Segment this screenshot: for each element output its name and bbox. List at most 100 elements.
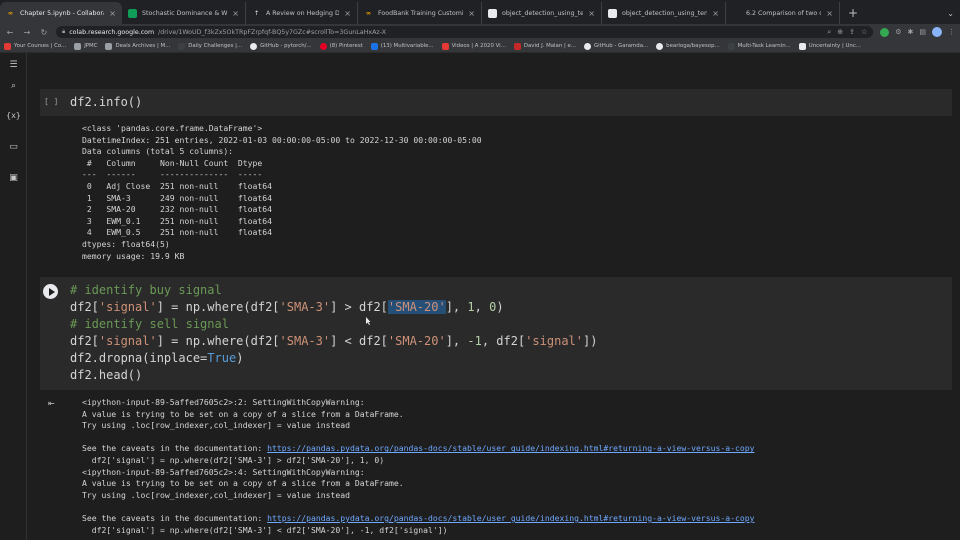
share-icon[interactable]: ⇪ xyxy=(849,28,855,37)
close-icon[interactable]: × xyxy=(588,9,595,18)
code-line[interactable]: df2.dropna(inplace=True) xyxy=(70,350,243,367)
bookmark-item[interactable]: Uncertainty | Unc... xyxy=(798,42,861,50)
puzzle-icon[interactable]: ✱ xyxy=(908,28,914,36)
tab-foodbank-training[interactable]: ∞ FoodBank Training Customisat × xyxy=(358,2,482,24)
bookmark-item[interactable]: bearloga/bayesop... xyxy=(656,42,720,50)
close-icon[interactable]: × xyxy=(712,9,719,18)
tab-title: object_detection_using_tenso xyxy=(622,9,708,17)
output-signal: ⇤ <ipython-input-89-5affed7605c2>:2: Set… xyxy=(40,391,952,540)
code-line[interactable]: df2['signal'] = np.where(df2['SMA-3'] < … xyxy=(70,333,597,350)
tab-chapter-5[interactable]: ∞ Chapter 5.ipynb - Collaborator × xyxy=(0,2,122,24)
tab-hedging-review[interactable]: ⇡ A Review on Hedging Derivati × xyxy=(246,2,358,24)
warning-line: A value is trying to be set on a copy of… xyxy=(82,478,404,489)
text-cursor-icon xyxy=(366,317,371,325)
url-path: /drive/1WoUD_f3kZx5OkTRpFZrpfqf-BQ5y7GZc… xyxy=(158,28,387,36)
pinterest-icon xyxy=(319,42,327,50)
browser-tab-strip: ∞ Chapter 5.ipynb - Collaborator × Stoch… xyxy=(0,0,960,24)
back-icon[interactable]: ← xyxy=(5,28,15,37)
terminal-icon[interactable]: ▣ xyxy=(6,170,21,185)
extension-icon[interactable] xyxy=(880,27,890,37)
bookmark-icon xyxy=(370,42,378,50)
docs-link[interactable]: https://pandas.pydata.org/pandas-docs/st… xyxy=(267,513,754,523)
colab-left-rail: ☰ ⌕ {x} ▭ ▣ xyxy=(0,53,27,540)
gear-icon[interactable]: ⚙ xyxy=(895,28,901,36)
zoom-icon[interactable]: ⊕ xyxy=(837,28,843,37)
close-icon[interactable]: × xyxy=(468,9,475,18)
caveats-line: See the caveats in the documentation: ht… xyxy=(82,443,755,454)
output-line: Data columns (total 5 columns): xyxy=(82,146,234,157)
tab-stochastic-dominance[interactable]: Stochastic Dominance & Wealth × xyxy=(122,2,246,24)
lock-icon: 🔒︎ xyxy=(62,28,66,35)
bookmark-item[interactable]: GitHub - Garamda... xyxy=(583,42,648,50)
bookmark-item[interactable]: GitHub - pytorch/... xyxy=(250,42,312,50)
code-comment[interactable]: # identify buy signal xyxy=(70,282,222,299)
bookmark-item[interactable]: Daily Challenges |... xyxy=(178,42,242,50)
reload-icon[interactable]: ↻ xyxy=(39,28,49,37)
search-icon[interactable]: ⌕ xyxy=(6,78,21,93)
folder-icon[interactable]: ▭ xyxy=(6,139,21,154)
tab-title: object_detection_using_tenso xyxy=(502,9,583,17)
close-icon[interactable]: × xyxy=(344,9,351,18)
github-icon xyxy=(656,42,664,50)
output-line: 1 SMA-3 249 non-null float64 xyxy=(82,192,273,203)
warning-line: <ipython-input-89-5affed7605c2>:2: Setti… xyxy=(82,397,365,407)
docs-link[interactable]: https://pandas.pydata.org/pandas-docs/st… xyxy=(267,443,754,453)
avatar[interactable] xyxy=(932,27,942,37)
output-line: dtypes: float64(5) xyxy=(82,239,170,249)
close-icon[interactable]: × xyxy=(109,9,116,18)
tab-search-icon[interactable]: ⌄ xyxy=(947,9,954,18)
warning-source-line: df2['signal'] = np.where(df2['SMA-3'] > … xyxy=(82,455,385,465)
code-cell-info[interactable]: [ ] df2.info() xyxy=(40,89,952,116)
arrow-icon: ⇡ xyxy=(253,9,260,17)
warning-line: Try using .loc[row_indexer,col_indexer] … xyxy=(82,420,351,431)
forward-icon[interactable]: → xyxy=(22,28,32,37)
tab-title: Stochastic Dominance & Wealth xyxy=(142,9,228,17)
run-cell-button[interactable] xyxy=(43,284,58,299)
colab-icon: ∞ xyxy=(8,9,13,17)
bookmark-item[interactable]: (8) Pinterest xyxy=(319,42,363,50)
tab-object-detection-2[interactable]: object_detection_using_tenso × xyxy=(602,2,726,24)
tab-object-detection-1[interactable]: object_detection_using_tenso × xyxy=(482,2,602,24)
bookmarks-bar: Your Courses | Co... JPMC Deals Archives… xyxy=(0,40,960,53)
output-line: 4 EWM_0.5 251 non-null float64 xyxy=(82,227,273,238)
new-tab-button[interactable]: + xyxy=(840,2,866,24)
close-icon[interactable]: × xyxy=(826,9,833,18)
tab-title: FoodBank Training Customisat xyxy=(378,9,464,17)
bookmark-item[interactable]: Your Courses | Co... xyxy=(4,42,66,50)
code-line[interactable]: df2['signal'] = np.where(df2['SMA-3'] > … xyxy=(70,299,504,316)
code-line[interactable]: df2.info() xyxy=(70,94,142,111)
bookmark-item[interactable]: Deals Archives | M... xyxy=(105,42,170,50)
tab-comparison-distributions[interactable]: 6.2 Comparison of two distrib × xyxy=(726,2,840,24)
address-bar[interactable]: 🔒︎ colab.research.google.com/drive/1WoUD… xyxy=(56,26,874,38)
bookmark-icon xyxy=(513,42,521,50)
folder-icon xyxy=(74,42,82,50)
code-comment[interactable]: # identify sell signal xyxy=(70,316,229,333)
code-line[interactable]: df2.head() xyxy=(70,367,142,384)
bookmark-item[interactable]: (13) Multivariable... xyxy=(370,42,434,50)
sheets-icon xyxy=(128,8,137,18)
github-icon xyxy=(608,8,617,18)
close-icon[interactable]: × xyxy=(232,9,239,18)
output-line: # Column Non-Null Count Dtype xyxy=(82,157,273,168)
bookmark-item[interactable]: JPMC xyxy=(74,42,97,50)
sidebar-icon[interactable]: ▤ xyxy=(919,28,926,36)
warning-line: Try using .loc[row_indexer,col_indexer] … xyxy=(82,489,351,500)
blank-page-icon xyxy=(732,9,741,18)
search-icon[interactable]: ⌕ xyxy=(827,28,831,37)
menu-icon[interactable]: ⋮ xyxy=(948,28,955,36)
bookmark-item[interactable]: Multi-Task Learnin... xyxy=(727,42,791,50)
variables-icon[interactable]: {x} xyxy=(6,108,21,123)
code-cell-signal[interactable]: # identify buy signal df2['signal'] = np… xyxy=(40,277,952,390)
star-icon[interactable]: ☆ xyxy=(861,28,867,37)
colab-icon: ∞ xyxy=(366,9,371,17)
tab-title: A Review on Hedging Derivati xyxy=(266,9,339,17)
bookmark-item[interactable]: Videos | A 2020 Vi... xyxy=(441,42,506,50)
execution-count: [ ] xyxy=(44,97,59,106)
bookmark-item[interactable]: David J. Malan | e... xyxy=(513,42,576,50)
output-line: 2 SMA-20 232 non-null float64 xyxy=(82,204,273,215)
tab-title: 6.2 Comparison of two distrib xyxy=(746,9,821,17)
bookmark-icon xyxy=(798,42,806,50)
menu-icon[interactable]: ☰ xyxy=(6,57,21,72)
output-info: <class 'pandas.core.frame.DataFrame'> Da… xyxy=(40,116,952,276)
output-menu-icon[interactable]: ⇤ xyxy=(48,399,58,409)
